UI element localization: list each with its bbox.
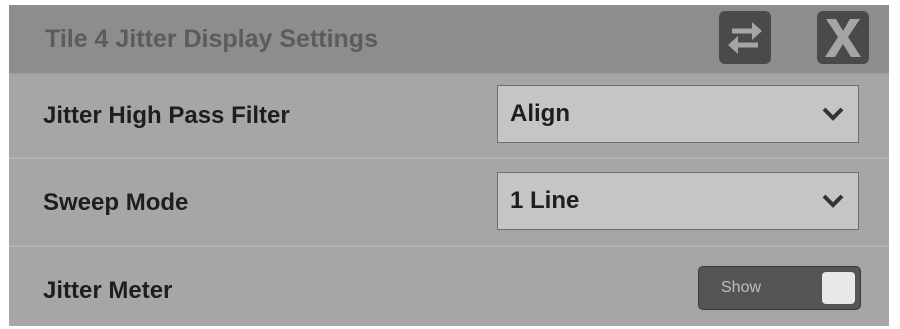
row-divider xyxy=(9,157,889,159)
panel-title: Tile 4 Jitter Display Settings xyxy=(45,25,378,53)
dropdown-value: 1 Line xyxy=(510,187,580,214)
jitter-meter-label: Jitter Meter xyxy=(43,277,173,304)
panel-header: Tile 4 Jitter Display Settings xyxy=(9,5,889,75)
jitter-high-pass-filter-label: Jitter High Pass Filter xyxy=(43,102,290,129)
chevron-down-icon xyxy=(822,194,844,208)
sweep-mode-dropdown[interactable]: 1 Line xyxy=(497,172,859,230)
swap-button[interactable] xyxy=(719,11,771,64)
dropdown-value: Align xyxy=(510,100,570,127)
close-x-icon xyxy=(825,19,861,57)
chevron-down-icon xyxy=(822,107,844,121)
jitter-meter-toggle[interactable]: Show xyxy=(698,266,861,310)
jitter-high-pass-filter-dropdown[interactable]: Align xyxy=(497,85,859,143)
sweep-mode-label: Sweep Mode xyxy=(43,189,189,216)
toggle-state-label: Show xyxy=(721,279,762,296)
row-divider xyxy=(9,245,889,247)
toggle-knob[interactable] xyxy=(822,272,855,304)
swap-arrows-icon xyxy=(728,22,762,54)
close-button[interactable] xyxy=(817,11,869,64)
